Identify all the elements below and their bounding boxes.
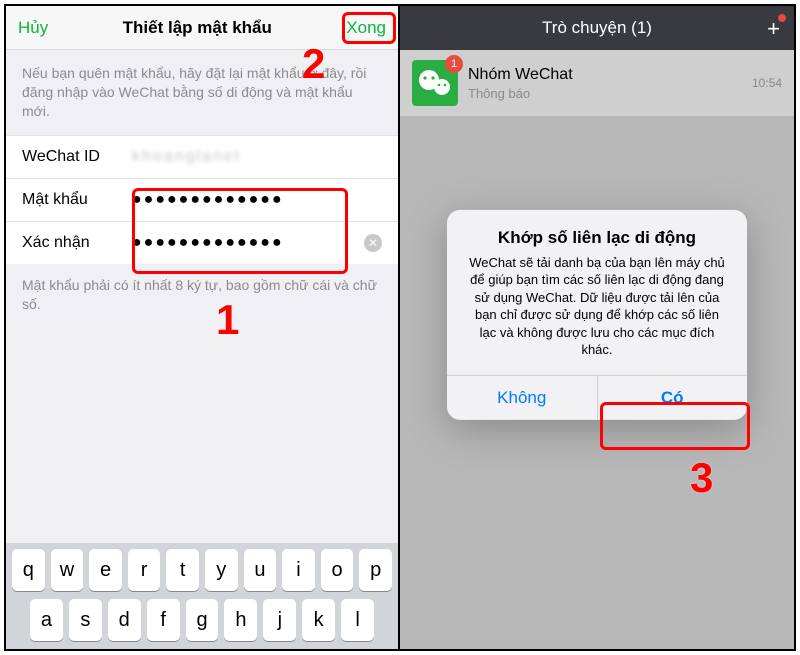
- chat-time: 10:54: [752, 76, 782, 90]
- alert-dialog: Khớp số liên lạc di động WeChat sẽ tải d…: [447, 209, 747, 419]
- key-g[interactable]: g: [186, 599, 219, 641]
- chat-name: Nhóm WeChat: [468, 66, 573, 84]
- key-q[interactable]: q: [12, 549, 45, 591]
- key-w[interactable]: w: [51, 549, 84, 591]
- alert-title: Khớp số liên lạc di động: [447, 209, 747, 253]
- chat-title: Trò chuyện (1): [542, 18, 652, 38]
- key-e[interactable]: e: [89, 549, 122, 591]
- left-screen: Hủy Thiết lập mật khẩu Xong Nếu bạn quên…: [6, 6, 400, 649]
- alert-no-button[interactable]: Không: [447, 376, 597, 420]
- nav-bar: Hủy Thiết lập mật khẩu Xong: [6, 6, 398, 50]
- confirm-label: Xác nhận: [22, 234, 132, 252]
- clear-icon[interactable]: ✕: [364, 234, 382, 252]
- cancel-button[interactable]: Hủy: [18, 18, 48, 38]
- chat-info: Nhóm WeChat Thông báo: [468, 66, 573, 101]
- key-k[interactable]: k: [302, 599, 335, 641]
- wechat-id-label: WeChat ID: [22, 148, 132, 166]
- confirm-row: Xác nhận ●●●●●●●●●●●●● ✕: [6, 221, 398, 264]
- key-y[interactable]: y: [205, 549, 238, 591]
- keyboard: qwertyuiop asdfghjkl: [6, 543, 398, 649]
- password-hint: Mật khẩu phải có ít nhất 8 ký tự, bao gồ…: [6, 264, 398, 327]
- wechat-id-row: WeChat ID khoanglanet: [6, 135, 398, 178]
- chat-sub: Thông báo: [468, 86, 573, 101]
- key-p[interactable]: p: [359, 549, 392, 591]
- info-text: Nếu bạn quên mật khẩu, hãy đặt lại mật k…: [6, 50, 398, 135]
- key-i[interactable]: i: [282, 549, 315, 591]
- alert-message: WeChat sẽ tải danh bạ của bạn lên máy ch…: [447, 253, 747, 374]
- password-label: Mật khẩu: [22, 191, 132, 209]
- key-a[interactable]: a: [30, 599, 63, 641]
- key-l[interactable]: l: [341, 599, 374, 641]
- add-icon[interactable]: +: [767, 16, 780, 42]
- wechat-id-value: khoanglanet: [132, 148, 382, 166]
- alert-buttons: Không Có: [447, 375, 747, 420]
- alert-yes-button[interactable]: Có: [597, 376, 748, 420]
- password-input[interactable]: ●●●●●●●●●●●●●: [132, 191, 382, 209]
- chat-nav: Trò chuyện (1) +: [400, 6, 794, 50]
- password-row: Mật khẩu ●●●●●●●●●●●●●: [6, 178, 398, 221]
- unread-badge: 1: [445, 55, 463, 73]
- key-t[interactable]: t: [166, 549, 199, 591]
- key-j[interactable]: j: [263, 599, 296, 641]
- key-r[interactable]: r: [128, 549, 161, 591]
- key-o[interactable]: o: [321, 549, 354, 591]
- annotation-number-3: 3: [690, 454, 713, 502]
- key-f[interactable]: f: [147, 599, 180, 641]
- chat-row[interactable]: 1 Nhóm WeChat Thông báo 10:54: [400, 50, 794, 116]
- key-h[interactable]: h: [224, 599, 257, 641]
- key-d[interactable]: d: [108, 599, 141, 641]
- key-u[interactable]: u: [244, 549, 277, 591]
- wechat-avatar-icon: 1: [412, 60, 458, 106]
- done-button[interactable]: Xong: [346, 18, 386, 38]
- confirm-input[interactable]: ●●●●●●●●●●●●●: [132, 234, 364, 252]
- right-screen: Trò chuyện (1) + 1 Nhóm WeChat Thông báo…: [400, 6, 794, 649]
- key-s[interactable]: s: [69, 599, 102, 641]
- page-title: Thiết lập mật khẩu: [123, 18, 272, 38]
